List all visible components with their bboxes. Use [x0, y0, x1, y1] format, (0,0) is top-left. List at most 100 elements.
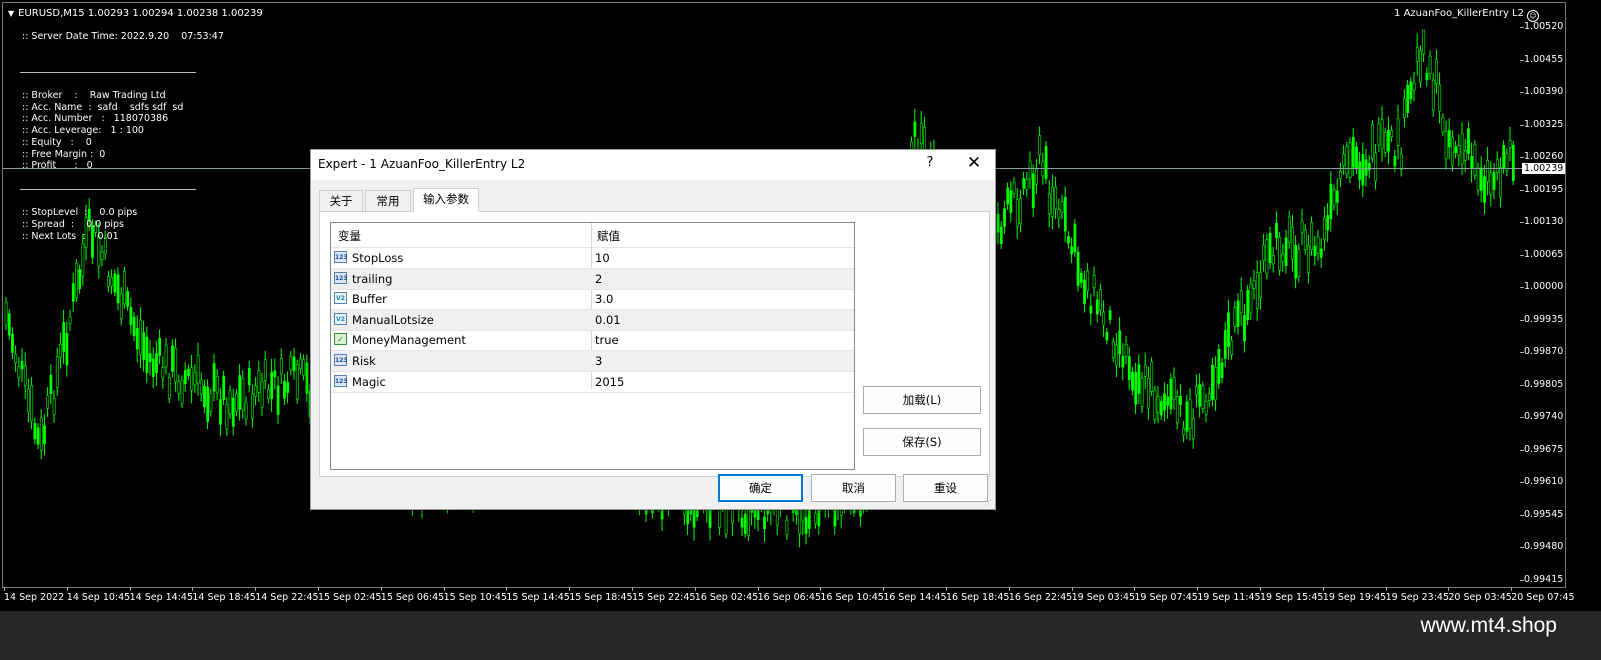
dropdown-arrow-icon[interactable]: ▼: [8, 9, 14, 18]
candle-body: [1172, 377, 1176, 400]
candle-body: [1499, 167, 1502, 198]
table-row[interactable]: 123 Magic 2015: [331, 372, 854, 393]
price-tick-label: 0.99415: [1519, 573, 1564, 585]
candle-body: [1428, 55, 1432, 75]
column-header-value[interactable]: 赋值: [597, 228, 620, 244]
candle-body: [129, 307, 133, 325]
param-value[interactable]: 2015: [595, 375, 624, 389]
tab-about[interactable]: 关于: [319, 190, 363, 211]
candle-body: [289, 356, 293, 371]
candle-body: [743, 513, 747, 534]
candle-body: [1054, 186, 1058, 210]
time-tick-label: 14 Sep 22:45: [255, 587, 319, 603]
candle-body: [206, 386, 210, 422]
candle-body: [1185, 401, 1189, 432]
param-value[interactable]: true: [595, 333, 619, 347]
candle-body: [1300, 220, 1304, 234]
candle-body: [814, 513, 818, 524]
candle-body: [1006, 187, 1010, 205]
candle-body: [283, 380, 286, 399]
tab-common[interactable]: 常用: [365, 190, 411, 211]
candle-body: [1255, 272, 1259, 309]
price-tick-label: 0.99935: [1519, 313, 1564, 325]
table-row[interactable]: V2 ManualLotsize 0.01: [331, 309, 854, 331]
dialog-titlebar[interactable]: Expert - 1 AzuanFoo_KillerEntry L2 ? ✕: [311, 150, 995, 180]
candle-body: [692, 508, 696, 528]
resize-grip-icon[interactable]: ⋰: [985, 499, 993, 507]
candle-body: [1038, 135, 1042, 156]
candle-body: [1207, 393, 1211, 401]
candle-body: [1003, 208, 1006, 227]
candle-body: [1454, 146, 1458, 153]
candle-body: [251, 393, 254, 419]
table-row[interactable]: 123 StopLoss 10: [331, 248, 854, 269]
time-tick-label: 19 Sep 03:45: [1071, 587, 1136, 603]
candle-body: [747, 506, 750, 536]
candle-body: [113, 273, 117, 293]
param-name: MoneyManagement: [352, 333, 466, 348]
candle-body: [1092, 274, 1096, 288]
candle-body: [1316, 236, 1320, 254]
load-button[interactable]: 加载(L): [863, 386, 981, 414]
candle-body: [1457, 145, 1461, 156]
price-tick-label: 1.00195: [1519, 183, 1564, 195]
table-row[interactable]: 123 trailing 2: [331, 268, 854, 290]
candle-body: [1009, 190, 1013, 213]
candle-body: [1393, 155, 1397, 167]
candle-body: [132, 316, 136, 337]
candle-body: [1159, 401, 1163, 416]
int-type-icon: 123: [334, 251, 348, 263]
close-icon[interactable]: ✕: [965, 153, 983, 173]
candle-body: [1319, 248, 1323, 258]
time-tick-label: 19 Sep 23:45: [1385, 587, 1450, 603]
candle-body: [126, 291, 130, 307]
stop-level-line: :: StopLevel : 0.0 pips: [22, 207, 138, 218]
candle-body: [1147, 378, 1150, 409]
candle-body: [1063, 197, 1067, 232]
candle-body: [1470, 156, 1474, 169]
candle-body: [1463, 150, 1467, 162]
cancel-button[interactable]: 取消: [811, 474, 896, 502]
candle-body: [999, 226, 1003, 245]
param-value[interactable]: 10: [595, 251, 610, 265]
candle-body: [17, 366, 21, 378]
reset-button[interactable]: 重设: [903, 474, 988, 502]
candle-body: [107, 276, 110, 287]
candle-body: [1230, 340, 1234, 356]
candle-body: [1374, 152, 1378, 182]
table-row[interactable]: 123 Risk 3: [331, 351, 854, 372]
candle-body: [1044, 145, 1048, 179]
table-row[interactable]: V2 Buffer 3.0: [331, 289, 854, 311]
candle-body: [1371, 124, 1374, 159]
candle-body: [75, 262, 78, 299]
time-tick-label: 16 Sep 14:45: [883, 587, 947, 603]
param-value[interactable]: 3: [595, 354, 602, 368]
price-tick-label: 1.00000: [1519, 281, 1564, 292]
column-header-variable[interactable]: 变量: [338, 228, 361, 244]
ok-button[interactable]: 确定: [718, 474, 803, 502]
candle-body: [1179, 396, 1182, 405]
double-type-icon: V2: [334, 292, 347, 305]
time-tick-label: 19 Sep 07:45: [1134, 587, 1198, 603]
equity-line: :: Equity : 0: [22, 137, 92, 148]
current-price-label: 1.00239: [1522, 163, 1566, 174]
candle-body: [244, 402, 248, 420]
candle-body: [1492, 172, 1496, 190]
candle-body: [740, 517, 744, 528]
param-value[interactable]: 2: [595, 272, 602, 286]
table-row[interactable]: ✓ MoneyManagement true: [331, 330, 854, 352]
tab-inputs[interactable]: 输入参数: [413, 188, 479, 212]
time-tick-label: 19 Sep 11:45: [1197, 587, 1261, 603]
broker-line: :: Broker : Raw Trading Ltd: [22, 90, 166, 101]
price-tick-label: 1.00390: [1519, 86, 1564, 97]
candle-body: [1067, 236, 1070, 244]
candle-body: [1377, 123, 1381, 146]
price-tick-label: 1.00455: [1519, 53, 1564, 65]
param-value[interactable]: 0.01: [595, 313, 621, 327]
candle-body: [190, 367, 194, 391]
help-icon[interactable]: ?: [923, 155, 937, 170]
candle-body: [1127, 356, 1131, 381]
save-button[interactable]: 保存(S): [863, 428, 981, 456]
param-name: ManualLotsize: [352, 312, 434, 327]
param-value[interactable]: 3.0: [595, 292, 613, 306]
